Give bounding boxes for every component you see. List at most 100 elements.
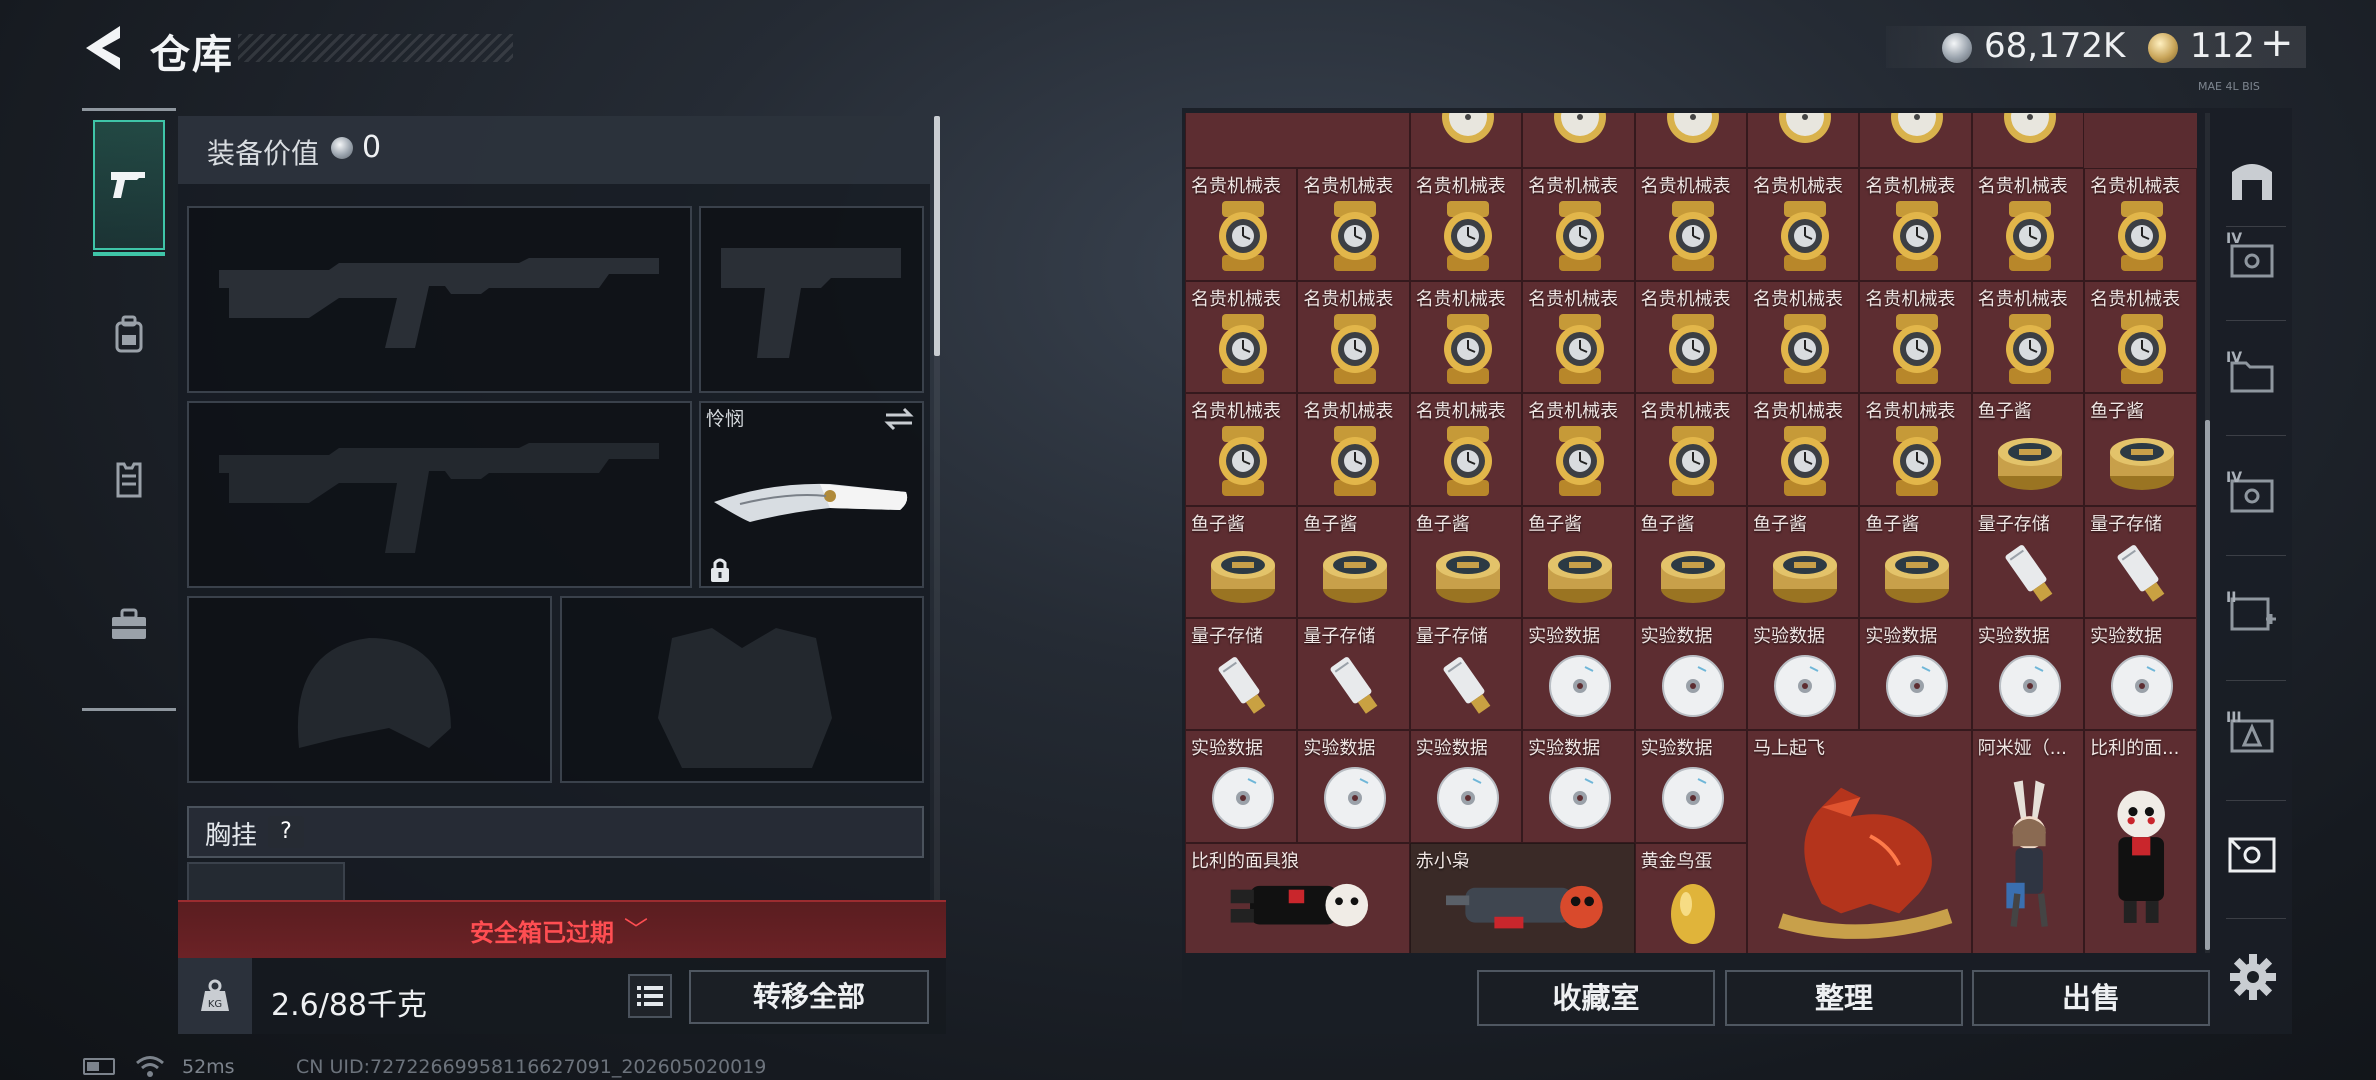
storage-item-cell[interactable]: 马上起飞 bbox=[1746, 730, 1972, 953]
storage-item-cell[interactable]: 比利的面具狼 bbox=[1185, 842, 1410, 953]
storage-item-cell[interactable]: 名贵机械表 bbox=[1297, 393, 1410, 506]
storage-box-tab-active[interactable] bbox=[2218, 810, 2286, 900]
weight-icon-box: KG bbox=[178, 958, 252, 1034]
storage-item-cell[interactable]: 名贵机械表 bbox=[1409, 280, 1523, 394]
storage-item-cell[interactable]: 量子存储 bbox=[2084, 505, 2197, 618]
storage-item-cell[interactable]: 名贵机械表 bbox=[1522, 168, 1635, 281]
storage-item-cell[interactable]: 名贵机械表 bbox=[1859, 280, 1972, 394]
watch-item-image bbox=[1208, 424, 1278, 498]
storage-item-cell[interactable]: 名贵机械表 bbox=[1746, 393, 1860, 506]
storage-box-tab-2[interactable] bbox=[2218, 330, 2286, 420]
storage-item-cell[interactable]: 量子存储 bbox=[1409, 617, 1523, 731]
storage-item-cell[interactable]: 名贵机械表 bbox=[1634, 168, 1747, 281]
storage-item-cell[interactable]: 黄金鸟蛋 bbox=[1634, 842, 1747, 953]
storage-item-cell[interactable]: 名贵机械表 bbox=[1522, 280, 1635, 394]
storage-item-cell[interactable]: 赤小枭 bbox=[1409, 842, 1635, 953]
body-armor-slot[interactable] bbox=[560, 596, 924, 783]
storage-item-cell[interactable]: 量子存储 bbox=[1185, 617, 1298, 731]
storage-item-cell[interactable]: 名贵机械表 bbox=[2084, 168, 2197, 281]
storage-item-cell[interactable] bbox=[1185, 113, 1410, 169]
storage-item-cell[interactable]: 名贵机械表 bbox=[1185, 280, 1298, 394]
storage-item-cell[interactable] bbox=[1971, 113, 2085, 169]
swap-icon[interactable] bbox=[884, 407, 914, 431]
storage-item-cell[interactable]: 名贵机械表 bbox=[1971, 168, 2085, 281]
collection-room-button[interactable]: 收藏室 bbox=[1477, 970, 1715, 1026]
equipment-scrollbar[interactable] bbox=[934, 116, 940, 356]
tier-badge: II bbox=[2226, 590, 2237, 606]
storage-box-tab-5[interactable] bbox=[2218, 690, 2286, 780]
storage-item-cell[interactable]: 鱼子酱 bbox=[2084, 393, 2197, 506]
transfer-all-button[interactable]: 转移全部 bbox=[689, 970, 929, 1024]
storage-item-cell[interactable]: 名贵机械表 bbox=[2084, 280, 2197, 394]
storage-item-cell[interactable]: 实验数据 bbox=[2084, 617, 2197, 731]
storage-scrollbar[interactable] bbox=[2205, 420, 2210, 950]
secondary-weapon-slot[interactable] bbox=[187, 401, 692, 588]
rail-divider bbox=[2226, 435, 2286, 436]
figure-item-image bbox=[1192, 113, 1405, 133]
storage-item-cell[interactable]: 名贵机械表 bbox=[1859, 393, 1972, 506]
storage-item-cell[interactable]: 鱼子酱 bbox=[1522, 505, 1635, 618]
storage-item-cell[interactable]: 名贵机械表 bbox=[1297, 168, 1410, 281]
storage-item-cell[interactable]: 实验数据 bbox=[1634, 730, 1747, 843]
storage-item-cell[interactable]: 鱼子酱 bbox=[1297, 505, 1410, 618]
storage-box-tab-4[interactable] bbox=[2218, 568, 2286, 658]
helmet-slot[interactable] bbox=[187, 596, 552, 783]
storage-item-cell[interactable]: 名贵机械表 bbox=[1859, 168, 1972, 281]
storage-item-cell[interactable] bbox=[1859, 113, 1972, 169]
storage-item-cell[interactable]: 名贵机械表 bbox=[1746, 168, 1860, 281]
storage-item-cell[interactable]: 实验数据 bbox=[1634, 617, 1747, 731]
back-arrow-icon[interactable] bbox=[80, 22, 128, 74]
category-armor-tab[interactable] bbox=[93, 415, 165, 545]
vest-silhouette-icon bbox=[658, 628, 832, 768]
storage-item-cell[interactable]: 实验数据 bbox=[1297, 730, 1410, 843]
storage-item-cell[interactable]: 量子存储 bbox=[1971, 505, 2085, 618]
category-supplies-tab[interactable] bbox=[93, 560, 165, 690]
storage-item-cell[interactable]: 鱼子酱 bbox=[1185, 505, 1298, 618]
helmet-silhouette-icon bbox=[297, 638, 451, 748]
organize-button[interactable]: 整理 bbox=[1725, 970, 1963, 1026]
help-button[interactable]: ? bbox=[268, 816, 304, 848]
storage-item-cell[interactable]: 实验数据 bbox=[1522, 730, 1635, 843]
category-weapon-tab[interactable] bbox=[93, 120, 165, 256]
primary-weapon-slot[interactable] bbox=[187, 206, 692, 393]
item-name-label: 名贵机械表 bbox=[1191, 288, 1281, 310]
storage-item-cell[interactable]: 鱼子酱 bbox=[1409, 505, 1523, 618]
storage-item-cell[interactable]: 实验数据 bbox=[1409, 730, 1523, 843]
storage-item-cell[interactable] bbox=[1409, 113, 1523, 169]
storage-item-cell[interactable]: 实验数据 bbox=[1185, 730, 1298, 843]
storage-item-cell[interactable]: 比利的面... bbox=[2084, 730, 2197, 953]
storage-item-cell[interactable]: 阿米娅（... bbox=[1971, 730, 2085, 953]
storage-item-cell[interactable]: 鱼子酱 bbox=[1859, 505, 1972, 618]
storage-item-cell[interactable]: 名贵机械表 bbox=[1522, 393, 1635, 506]
storage-item-cell[interactable]: 实验数据 bbox=[1746, 617, 1860, 731]
sell-button[interactable]: 出售 bbox=[1972, 970, 2210, 1026]
storage-item-cell[interactable]: 鱼子酱 bbox=[1971, 393, 2085, 506]
add-currency-button[interactable]: + bbox=[2260, 20, 2294, 66]
storage-box-tab-3[interactable] bbox=[2218, 450, 2286, 540]
storage-item-cell[interactable]: 实验数据 bbox=[1522, 617, 1635, 731]
storage-item-cell[interactable]: 名贵机械表 bbox=[1409, 168, 1523, 281]
storage-item-cell[interactable]: 量子存储 bbox=[1297, 617, 1410, 731]
storage-item-cell[interactable] bbox=[1522, 113, 1635, 169]
gear-icon[interactable] bbox=[2226, 950, 2280, 1004]
storage-box-tab-1[interactable] bbox=[2218, 215, 2286, 305]
storage-item-cell[interactable]: 名贵机械表 bbox=[1971, 280, 2085, 394]
storage-item-cell[interactable]: 名贵机械表 bbox=[1634, 280, 1747, 394]
list-view-button[interactable] bbox=[628, 974, 672, 1018]
storage-item-cell[interactable] bbox=[1634, 113, 1747, 169]
storage-item-cell[interactable]: 实验数据 bbox=[1971, 617, 2085, 731]
storage-item-cell[interactable]: 名贵机械表 bbox=[1185, 168, 1298, 281]
storage-item-cell[interactable]: 名贵机械表 bbox=[1409, 393, 1523, 506]
storage-item-cell[interactable]: 名贵机械表 bbox=[1746, 280, 1860, 394]
storage-item-cell[interactable]: 名贵机械表 bbox=[1185, 393, 1298, 506]
storage-item-cell[interactable] bbox=[1746, 113, 1860, 169]
category-backpack-tab[interactable] bbox=[93, 270, 165, 400]
storage-home-tab[interactable] bbox=[2218, 134, 2286, 224]
storage-item-cell[interactable]: 鱼子酱 bbox=[1746, 505, 1860, 618]
storage-item-cell[interactable]: 实验数据 bbox=[1859, 617, 1972, 731]
storage-item-cell[interactable]: 名贵机械表 bbox=[1297, 280, 1410, 394]
storage-item-cell[interactable]: 名贵机械表 bbox=[1634, 393, 1747, 506]
pistol-slot[interactable] bbox=[699, 206, 924, 393]
owl-item-image bbox=[1417, 866, 1630, 942]
storage-item-cell[interactable]: 鱼子酱 bbox=[1634, 505, 1747, 618]
